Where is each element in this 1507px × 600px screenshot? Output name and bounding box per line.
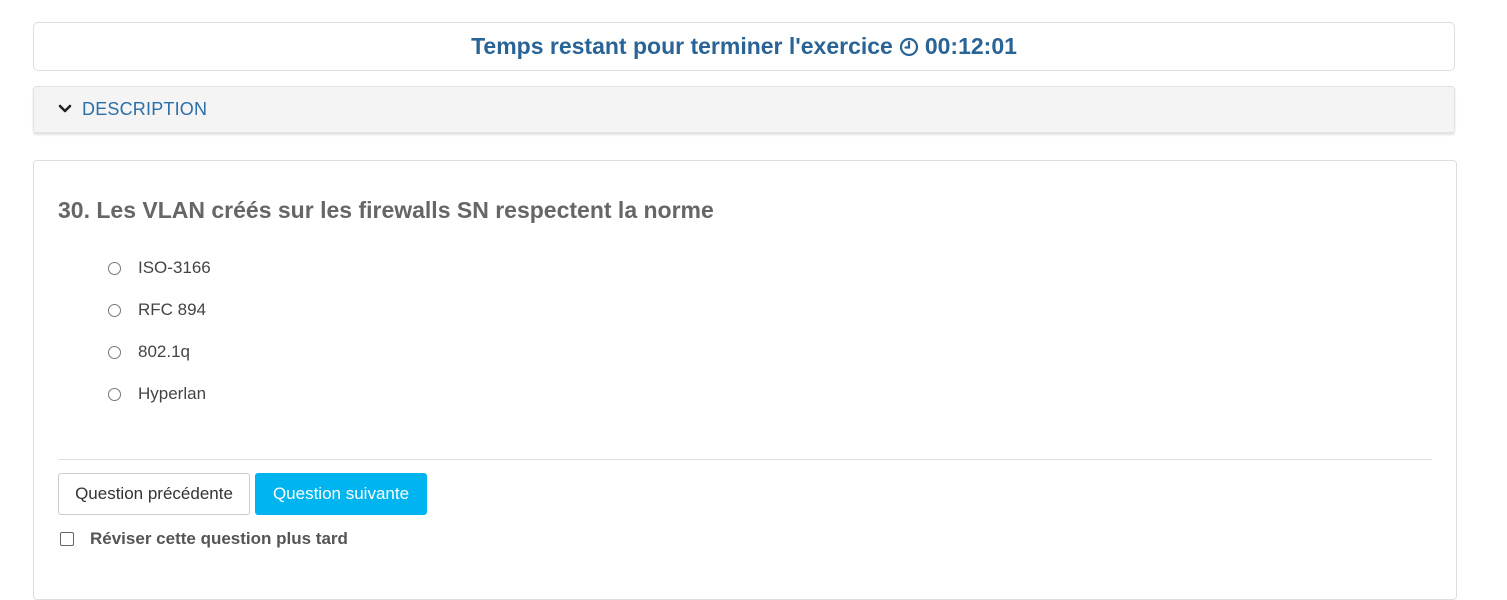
option-hyperlan[interactable]: Hyperlan: [108, 373, 211, 415]
radio-button[interactable]: [108, 345, 121, 359]
clock-icon: [899, 37, 919, 57]
timer-display: Temps restant pour terminer l'exercice 0…: [471, 33, 1017, 60]
radio-button[interactable]: [108, 387, 121, 401]
next-question-button[interactable]: Question suivante: [255, 473, 427, 515]
previous-question-button[interactable]: Question précédente: [58, 473, 250, 515]
option-802-1q[interactable]: 802.1q: [108, 331, 211, 373]
chevron-down-icon: [58, 101, 72, 119]
description-toggle[interactable]: DESCRIPTION: [33, 86, 1455, 133]
question-panel: 30. Les VLAN créés sur les firewalls SN …: [33, 160, 1457, 600]
review-checkbox[interactable]: [60, 532, 74, 546]
option-label: RFC 894: [138, 300, 207, 319]
review-label: Réviser cette question plus tard: [90, 529, 348, 548]
divider: [58, 459, 1432, 460]
option-label: 802.1q: [138, 342, 190, 361]
question-title: 30. Les VLAN créés sur les firewalls SN …: [58, 197, 714, 223]
timer-box: Temps restant pour terminer l'exercice 0…: [33, 22, 1455, 71]
radio-button[interactable]: [108, 303, 121, 317]
review-later-toggle[interactable]: Réviser cette question plus tard: [60, 529, 348, 549]
option-label: ISO-3166: [138, 258, 211, 277]
option-label: Hyperlan: [138, 384, 207, 403]
option-iso-3166[interactable]: ISO-3166: [108, 247, 211, 289]
radio-button[interactable]: [108, 261, 121, 275]
answer-options: ISO-3166 RFC 894 802.1q Hyperlan: [108, 247, 211, 415]
timer-label: Temps restant pour terminer l'exercice: [471, 33, 893, 59]
option-rfc-894[interactable]: RFC 894: [108, 289, 211, 331]
timer-value: 00:12:01: [924, 33, 1017, 59]
description-label: DESCRIPTION: [82, 99, 208, 119]
